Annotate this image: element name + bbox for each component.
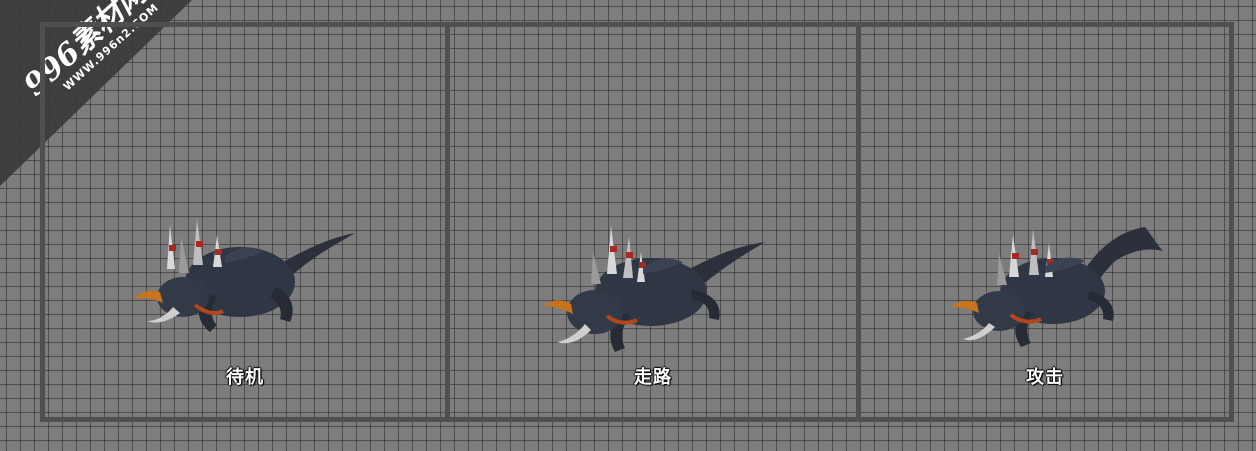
creature-attack-sprite <box>951 227 1163 347</box>
creature-walk-sprite <box>543 226 765 352</box>
panel-walk: 走路 <box>450 27 856 417</box>
state-label-walk: 走路 <box>634 367 672 388</box>
panel-attack: 攻击 <box>861 27 1229 417</box>
state-label-attack: 攻击 <box>1026 367 1064 388</box>
state-label-idle: 待机 <box>226 367 264 388</box>
panel-idle: 待机 <box>45 27 445 417</box>
creature-idle-sprite <box>133 219 355 332</box>
